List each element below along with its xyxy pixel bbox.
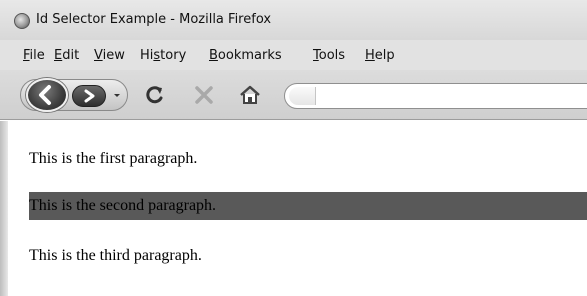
menu-help[interactable]: Help bbox=[365, 48, 395, 63]
chevron-down-icon bbox=[114, 94, 120, 97]
stop-icon bbox=[195, 86, 213, 104]
menu-bookmarks[interactable]: Bookmarks bbox=[209, 48, 282, 63]
title-bar: Id Selector Example - Mozilla Firefox bbox=[0, 0, 587, 40]
menu-view-label: iew bbox=[102, 48, 125, 63]
back-button[interactable] bbox=[26, 78, 68, 112]
menu-view-mnemonic: V bbox=[94, 48, 103, 63]
menu-history-label: tory bbox=[160, 48, 187, 63]
paragraph-third: This is the third paragraph. bbox=[29, 247, 202, 264]
browser-window: Id Selector Example - Mozilla Firefox Fi… bbox=[0, 0, 587, 296]
paragraph-first: This is the first paragraph. bbox=[29, 150, 198, 167]
paragraph-second: This is the second paragraph. bbox=[29, 197, 217, 214]
menu-edit-label: dit bbox=[62, 48, 80, 63]
firefox-icon bbox=[14, 13, 30, 29]
url-bar[interactable] bbox=[284, 83, 587, 109]
menu-tools[interactable]: Tools bbox=[313, 48, 345, 63]
menu-bookmarks-mnemonic: B bbox=[209, 48, 218, 63]
forward-arrow-icon bbox=[84, 89, 95, 103]
menu-edit[interactable]: Edit bbox=[54, 48, 79, 63]
history-dropdown-button[interactable] bbox=[110, 87, 124, 103]
menu-help-label: elp bbox=[374, 48, 395, 63]
menu-file-label: ile bbox=[29, 48, 45, 63]
menu-help-mnemonic: H bbox=[365, 48, 375, 63]
home-icon bbox=[240, 85, 260, 104]
menu-file[interactable]: File bbox=[23, 48, 45, 63]
back-arrow-icon bbox=[39, 85, 51, 105]
window-title: Id Selector Example - Mozilla Firefox bbox=[36, 12, 272, 27]
home-button[interactable] bbox=[238, 83, 262, 107]
menu-history-prefix: Hi bbox=[140, 48, 154, 63]
reload-button[interactable] bbox=[143, 83, 167, 107]
content-left-border bbox=[0, 121, 8, 296]
menu-bookmarks-label: ookmarks bbox=[217, 48, 282, 63]
menu-view[interactable]: View bbox=[94, 48, 125, 63]
menu-history[interactable]: History bbox=[140, 48, 186, 63]
reload-icon bbox=[146, 86, 163, 104]
forward-button[interactable] bbox=[72, 85, 106, 107]
stop-button[interactable] bbox=[192, 83, 216, 107]
menu-bar: File Edit View History Bookmarks Tools H… bbox=[0, 40, 587, 70]
menu-edit-mnemonic: E bbox=[54, 48, 63, 63]
site-identity-button[interactable] bbox=[289, 87, 316, 105]
menu-tools-label: ools bbox=[318, 48, 346, 63]
page-content: This is the first paragraph. This is the… bbox=[0, 121, 587, 296]
paragraph-second-highlight: This is the second paragraph. bbox=[29, 192, 587, 220]
navigation-toolbar bbox=[0, 70, 587, 120]
